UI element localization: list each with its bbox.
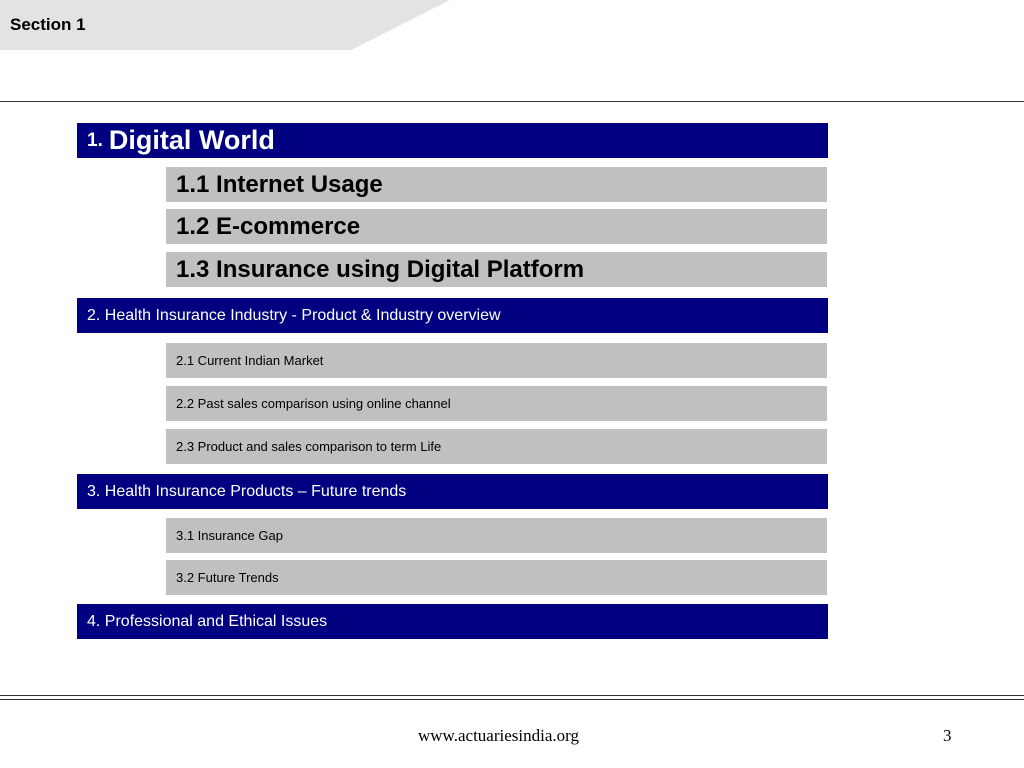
section-tab: Section 1: [0, 0, 450, 50]
footer-url: www.actuariesindia.org: [418, 726, 579, 745]
footer-divider-bottom: [0, 699, 1024, 700]
agenda-section-2: 2. Health Insurance Industry - Product &…: [77, 298, 828, 333]
agenda-section-3: 3. Health Insurance Products – Future tr…: [77, 474, 828, 509]
agenda-item-2-1: 2.1 Current Indian Market: [166, 343, 827, 378]
agenda-item-3-1: 3.1 Insurance Gap: [166, 518, 827, 553]
agenda-item-2-3: 2.3 Product and sales comparison to term…: [166, 429, 827, 464]
footer-divider-top: [0, 695, 1024, 696]
agenda-item-1-1: 1.1 Internet Usage: [166, 167, 827, 202]
page-number: 3: [943, 726, 952, 745]
section-label: Section 1: [10, 15, 86, 34]
agenda-section-1: 1. Digital World: [77, 123, 828, 158]
agenda-item-1-3: 1.3 Insurance using Digital Platform: [166, 252, 827, 287]
agenda-item-2-2: 2.2 Past sales comparison using online c…: [166, 386, 827, 421]
agenda-section-4: 4. Professional and Ethical Issues: [77, 604, 828, 639]
section-1-number: 1.: [87, 129, 103, 151]
top-divider: [0, 101, 1024, 102]
agenda-item-3-2: 3.2 Future Trends: [166, 560, 827, 595]
section-1-title: Digital World: [108, 125, 275, 155]
agenda-item-1-2: 1.2 E-commerce: [166, 209, 827, 244]
